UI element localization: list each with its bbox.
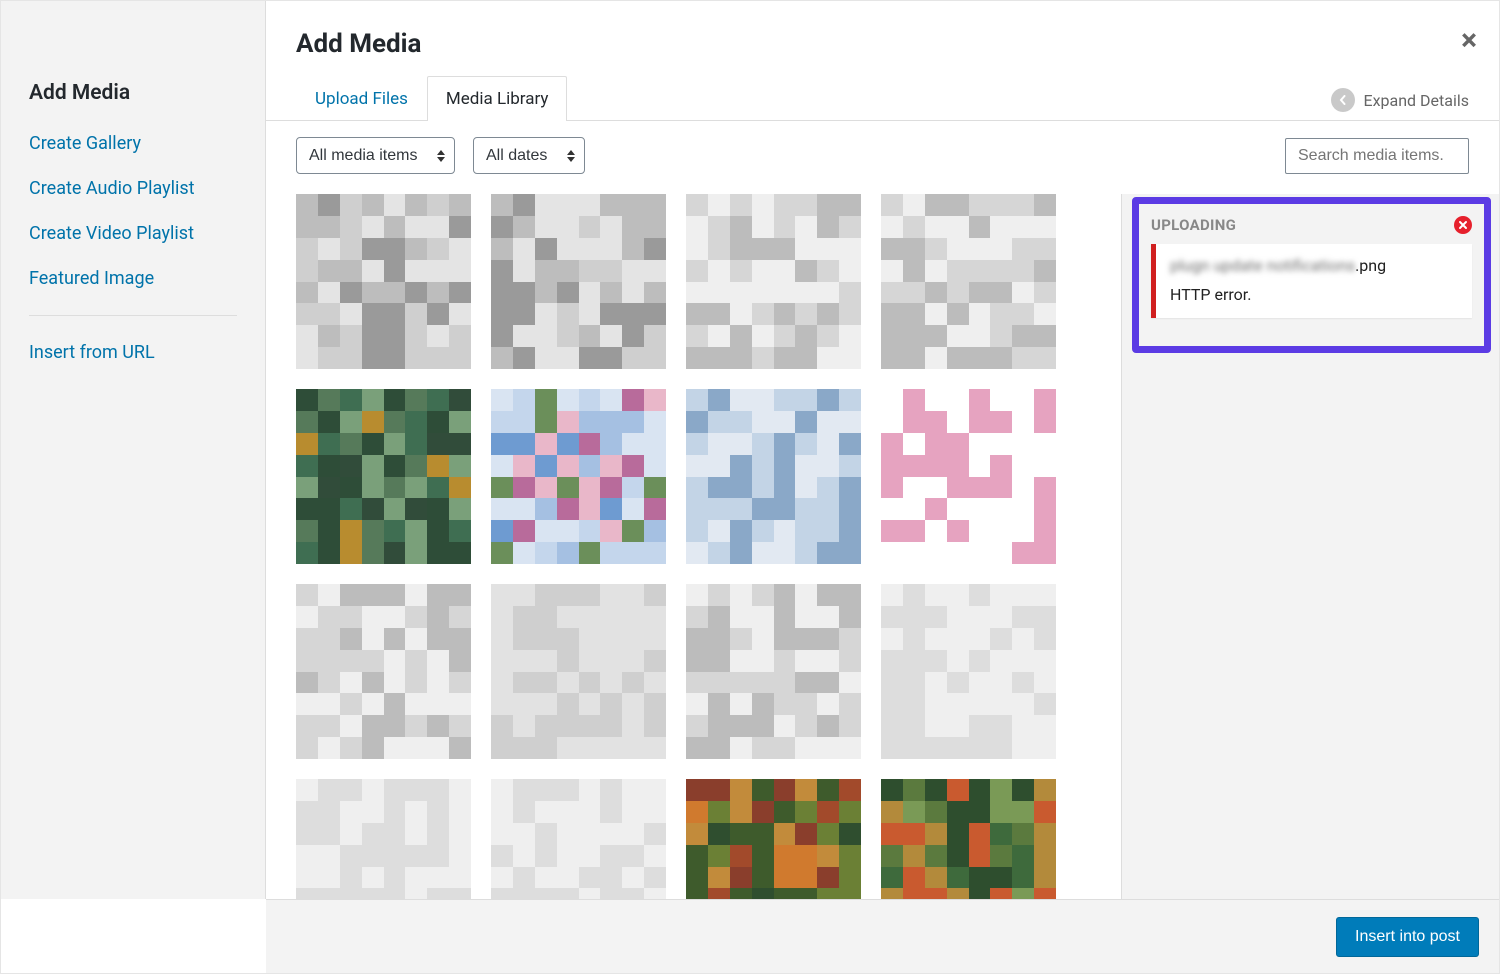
uploading-label: UPLOADING bbox=[1151, 216, 1236, 234]
tab-upload-files[interactable]: Upload Files bbox=[296, 76, 427, 121]
media-thumbnail[interactable] bbox=[686, 194, 861, 369]
sidebar-title: Add Media bbox=[29, 1, 237, 121]
media-thumbnail[interactable] bbox=[881, 194, 1056, 369]
expand-details-label: Expand Details bbox=[1363, 91, 1469, 110]
media-thumbnail[interactable] bbox=[881, 389, 1056, 564]
sidebar-item-create-video-playlist[interactable]: Create Video Playlist bbox=[29, 211, 237, 256]
media-thumbnail[interactable] bbox=[881, 779, 1056, 899]
upload-error-highlight: UPLOADING plugn update notifications.png… bbox=[1132, 197, 1491, 353]
expand-details-button[interactable]: Expand Details bbox=[1331, 88, 1469, 120]
media-thumbnail[interactable] bbox=[491, 194, 666, 369]
upload-error-filename: plugn update notifications.png bbox=[1170, 256, 1458, 275]
page-title: Add Media bbox=[296, 29, 1469, 59]
sidebar-item-insert-from-url[interactable]: Insert from URL bbox=[29, 330, 237, 375]
upload-error-card: plugn update notifications.png HTTP erro… bbox=[1151, 244, 1472, 318]
tab-media-library[interactable]: Media Library bbox=[427, 76, 568, 121]
media-tabs: Upload Files Media Library Expand Detail… bbox=[296, 75, 1469, 120]
media-thumbnail[interactable] bbox=[296, 779, 471, 899]
media-thumbnail[interactable] bbox=[686, 389, 861, 564]
sidebar-item-create-gallery[interactable]: Create Gallery bbox=[29, 121, 237, 166]
close-icon[interactable]: × bbox=[1461, 26, 1477, 56]
media-thumbnail[interactable] bbox=[491, 584, 666, 759]
media-thumbnail[interactable] bbox=[881, 584, 1056, 759]
upload-error-message: HTTP error. bbox=[1170, 285, 1458, 304]
media-thumbnail[interactable] bbox=[296, 194, 471, 369]
modal-footer: Insert into post bbox=[266, 899, 1499, 973]
search-input[interactable] bbox=[1285, 138, 1469, 174]
media-thumbnail[interactable] bbox=[491, 779, 666, 899]
media-thumbnail[interactable] bbox=[296, 389, 471, 564]
media-thumbnail[interactable] bbox=[491, 389, 666, 564]
media-sidebar: Add Media Create Gallery Create Audio Pl… bbox=[1, 1, 266, 899]
sidebar-item-featured-image[interactable]: Featured Image bbox=[29, 256, 237, 301]
media-thumbnail[interactable] bbox=[686, 779, 861, 899]
media-thumbnail[interactable] bbox=[686, 584, 861, 759]
chevron-left-icon bbox=[1331, 88, 1355, 112]
dismiss-error-icon[interactable] bbox=[1454, 216, 1472, 234]
filter-date-select[interactable]: All dates bbox=[473, 137, 585, 174]
sidebar-item-create-audio-playlist[interactable]: Create Audio Playlist bbox=[29, 166, 237, 211]
attachment-details-panel: UPLOADING plugn update notifications.png… bbox=[1121, 194, 1499, 899]
media-grid bbox=[296, 194, 1099, 899]
filter-type-select[interactable]: All media items bbox=[296, 137, 455, 174]
media-thumbnail[interactable] bbox=[296, 584, 471, 759]
sidebar-divider bbox=[29, 315, 237, 316]
insert-into-post-button[interactable]: Insert into post bbox=[1336, 917, 1479, 957]
